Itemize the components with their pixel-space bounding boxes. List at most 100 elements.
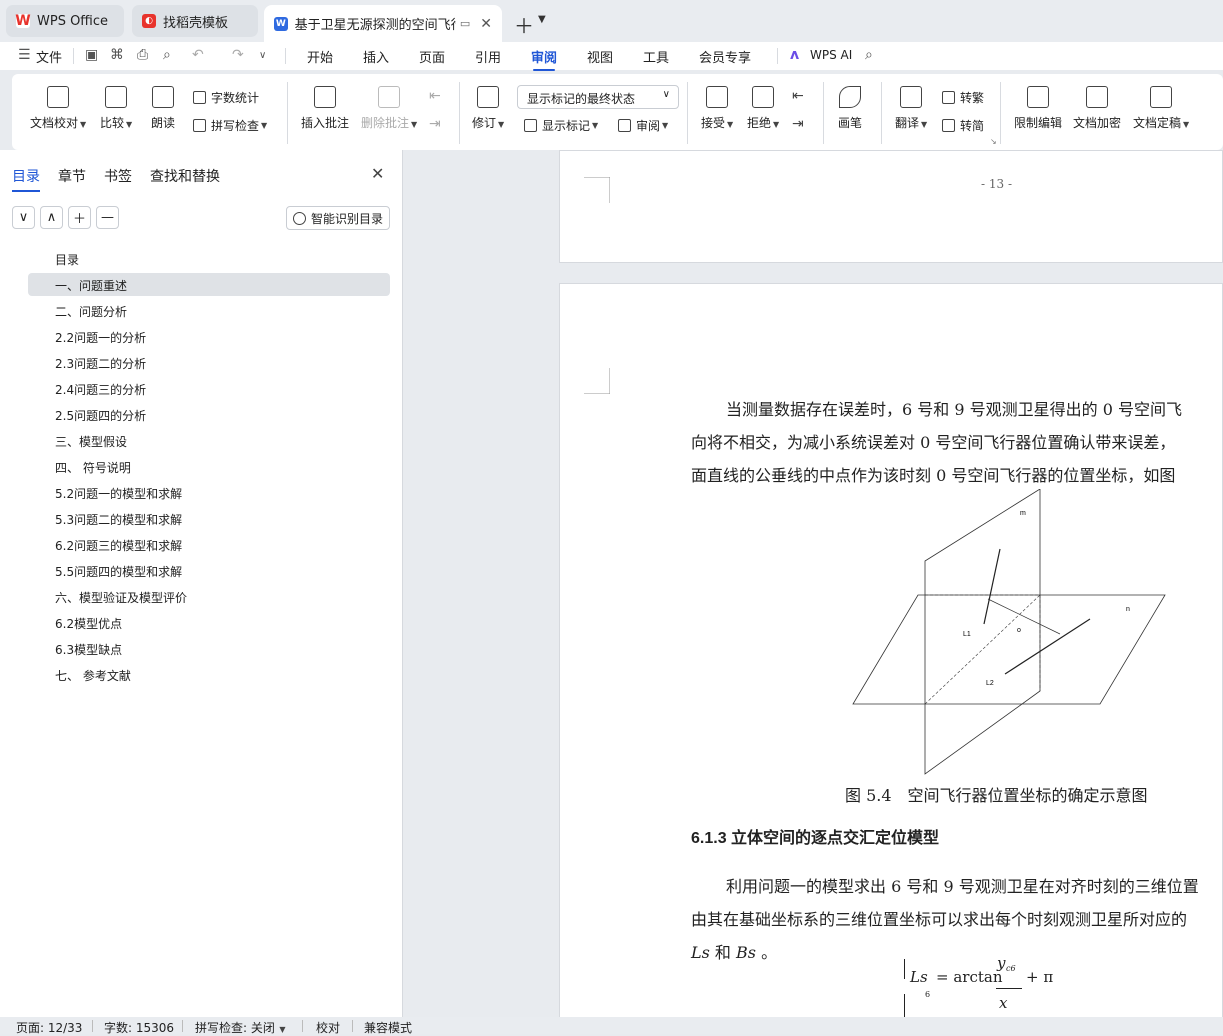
menu-review[interactable]: 审阅: [531, 47, 557, 71]
toc-item[interactable]: 2.2问题一的分析: [28, 325, 390, 348]
formula-side-index: 6: [925, 990, 931, 999]
expand-group-icon[interactable]: ↘: [990, 137, 997, 146]
print-preview-icon[interactable]: ⌕: [163, 47, 171, 63]
menu-member[interactable]: 会员专享: [699, 47, 751, 66]
menu-wps-ai[interactable]: WPS AI: [810, 48, 852, 62]
finalize-button[interactable]: 文档定稿 ▼: [1133, 86, 1189, 131]
delete-comment-button[interactable]: 删除批注 ▼: [361, 86, 417, 131]
chevron-down-icon[interactable]: ∨: [259, 50, 266, 61]
vertical-divider[interactable]: [402, 150, 403, 1017]
toc-item[interactable]: 二、问题分析: [28, 299, 390, 322]
toc-item[interactable]: 三、模型假设: [28, 429, 390, 452]
tab-toc[interactable]: 目录: [12, 166, 40, 192]
save-icon[interactable]: ▣: [85, 47, 98, 63]
formula-numerator-sub: c6: [1006, 964, 1016, 973]
encrypt-button[interactable]: 文档加密: [1073, 86, 1121, 131]
word-count-button[interactable]: 字数统计: [193, 89, 259, 106]
to-simplified-button[interactable]: 转简: [942, 117, 984, 134]
collapse-button[interactable]: —: [96, 206, 119, 229]
tab-find-replace[interactable]: 查找和替换: [150, 166, 220, 186]
menu-bar: ☰ 文件 ▣ ⌘ ⎙ ⌕ ↶ ↷ ∨ 开始 插入 页面 引用 审阅 视图 工具 …: [0, 42, 1223, 71]
tab-bookmarks[interactable]: 书签: [104, 166, 132, 186]
toc-item[interactable]: 2.3问题二的分析: [28, 351, 390, 374]
navigation-pane: 目录 章节 书签 查找和替换 ✕ ∨ ∧ ＋ — 智能识别目录 目录一、问题重述…: [0, 150, 402, 1017]
collapse-down-button[interactable]: ∨: [12, 206, 35, 229]
tab-docer-templates[interactable]: ◐ 找稻壳模板: [132, 5, 258, 37]
close-icon[interactable]: ✕: [480, 16, 492, 32]
toc-item[interactable]: 四、 符号说明: [28, 455, 390, 478]
toc-item[interactable]: 2.5问题四的分析: [28, 403, 390, 426]
toc-item[interactable]: 6.3模型缺点: [28, 637, 390, 660]
toc-item[interactable]: 2.4问题三的分析: [28, 377, 390, 400]
tab-active-document[interactable]: W 基于卫星无源探测的空间飞行器 ▭ ✕: [264, 5, 502, 42]
menu-page[interactable]: 页面: [419, 47, 445, 66]
paragraph-line: 面直线的公垂线的中点作为该时刻 0 号空间飞行器的位置坐标，如图: [691, 466, 1176, 485]
document-canvas: - 13 - 当测量数据存在误差时，6 号和 9 号观测卫星得出的 0 号空间飞…: [402, 150, 1223, 1023]
paragraph-line: Ls 和 Bs 。: [691, 939, 777, 963]
toc-item[interactable]: 6.2问题三的模型和求解: [28, 533, 390, 556]
smart-toc-button[interactable]: 智能识别目录: [286, 206, 390, 230]
search-icon[interactable]: ⌕: [865, 47, 873, 63]
status-word-count[interactable]: 字数: 15306: [104, 1019, 174, 1036]
menu-insert[interactable]: 插入: [363, 47, 389, 66]
next-comment-icon[interactable]: ⇥: [429, 116, 441, 132]
status-spell-check[interactable]: 拼写检查: 关闭 ▼: [195, 1019, 286, 1036]
reject-button[interactable]: 拒绝 ▼: [747, 86, 779, 131]
translate-label: 翻译: [895, 116, 920, 130]
prev-change-icon[interactable]: ⇤: [792, 88, 804, 104]
collapse-up-button[interactable]: ∧: [40, 206, 63, 229]
translate-button[interactable]: 翻译 ▼: [895, 86, 927, 131]
to-traditional-button[interactable]: 转繁: [942, 89, 984, 106]
accept-button[interactable]: 接受 ▼: [701, 86, 733, 131]
new-tab-icon[interactable]: ＋: [514, 10, 534, 39]
spell-check-button[interactable]: 拼写检查 ▼: [193, 117, 267, 134]
compare-button[interactable]: 比较 ▼: [100, 86, 132, 131]
toc-item[interactable]: 5.2问题一的模型和求解: [28, 481, 390, 504]
chevron-down-icon[interactable]: ▼: [538, 14, 546, 25]
share-icon[interactable]: ⌘: [110, 47, 124, 63]
restrict-edit-button[interactable]: 限制编辑: [1014, 86, 1062, 131]
formula: Ls = arctan y c6 + π 6 x: [902, 954, 1102, 1022]
hamburger-icon[interactable]: ☰: [18, 47, 31, 63]
menu-start[interactable]: 开始: [307, 47, 333, 66]
tab-bar: W WPS Office ◐ 找稻壳模板 W 基于卫星无源探测的空间飞行器 ▭ …: [0, 0, 1223, 42]
toc-item[interactable]: 一、问题重述: [28, 273, 390, 296]
close-icon[interactable]: ✕: [371, 164, 384, 183]
print-icon[interactable]: ⎙: [137, 47, 148, 63]
tab-wps-office[interactable]: W WPS Office: [6, 5, 124, 37]
revise-label: 修订: [472, 116, 497, 130]
toc-item[interactable]: 5.3问题二的模型和求解: [28, 507, 390, 530]
label-n: n: [1126, 606, 1130, 613]
tab-sections[interactable]: 章节: [58, 166, 86, 186]
status-proof[interactable]: 校对: [316, 1019, 340, 1036]
menu-file[interactable]: 文件: [36, 47, 62, 66]
redo-icon[interactable]: ↷: [232, 47, 244, 63]
doc-proof-button[interactable]: 文档校对 ▼: [30, 86, 86, 131]
toc-item[interactable]: 六、模型验证及模型评价: [28, 585, 390, 608]
menu-references[interactable]: 引用: [475, 47, 501, 66]
expand-button[interactable]: ＋: [68, 206, 91, 229]
toc-item[interactable]: 目录: [28, 247, 390, 270]
show-markup-button[interactable]: 显示标记 ▼: [524, 117, 598, 134]
text-period: 。: [756, 943, 778, 962]
pen-button[interactable]: 画笔: [838, 86, 862, 131]
next-change-icon[interactable]: ⇥: [792, 116, 804, 132]
toc-item[interactable]: 七、 参考文献: [28, 663, 390, 686]
status-bar: 页面: 12/33 字数: 15306 拼写检查: 关闭 ▼ 校对 兼容模式: [0, 1017, 1223, 1036]
undo-icon[interactable]: ↶: [192, 47, 204, 63]
figure-planes-diagram: m n L1 L2 o: [852, 489, 1166, 775]
read-aloud-button[interactable]: 朗读: [151, 86, 175, 131]
markup-state-select[interactable]: 显示标记的最终状态 ∨: [517, 85, 679, 109]
insert-comment-button[interactable]: 插入批注: [301, 86, 349, 131]
revise-button[interactable]: 修订 ▼: [472, 86, 504, 131]
review-pane-button[interactable]: 审阅 ▼: [618, 117, 668, 134]
prev-comment-icon[interactable]: ⇤: [429, 88, 441, 104]
status-page[interactable]: 页面: 12/33: [16, 1019, 82, 1036]
menu-view[interactable]: 视图: [587, 47, 613, 66]
spell-status-label: 拼写检查: 关闭: [195, 1021, 275, 1035]
menu-tools[interactable]: 工具: [643, 47, 669, 66]
toc-item[interactable]: 5.5问题四的模型和求解: [28, 559, 390, 582]
to-traditional-label: 转繁: [960, 91, 985, 105]
label-l1: L1: [963, 631, 971, 638]
toc-item[interactable]: 6.2模型优点: [28, 611, 390, 634]
